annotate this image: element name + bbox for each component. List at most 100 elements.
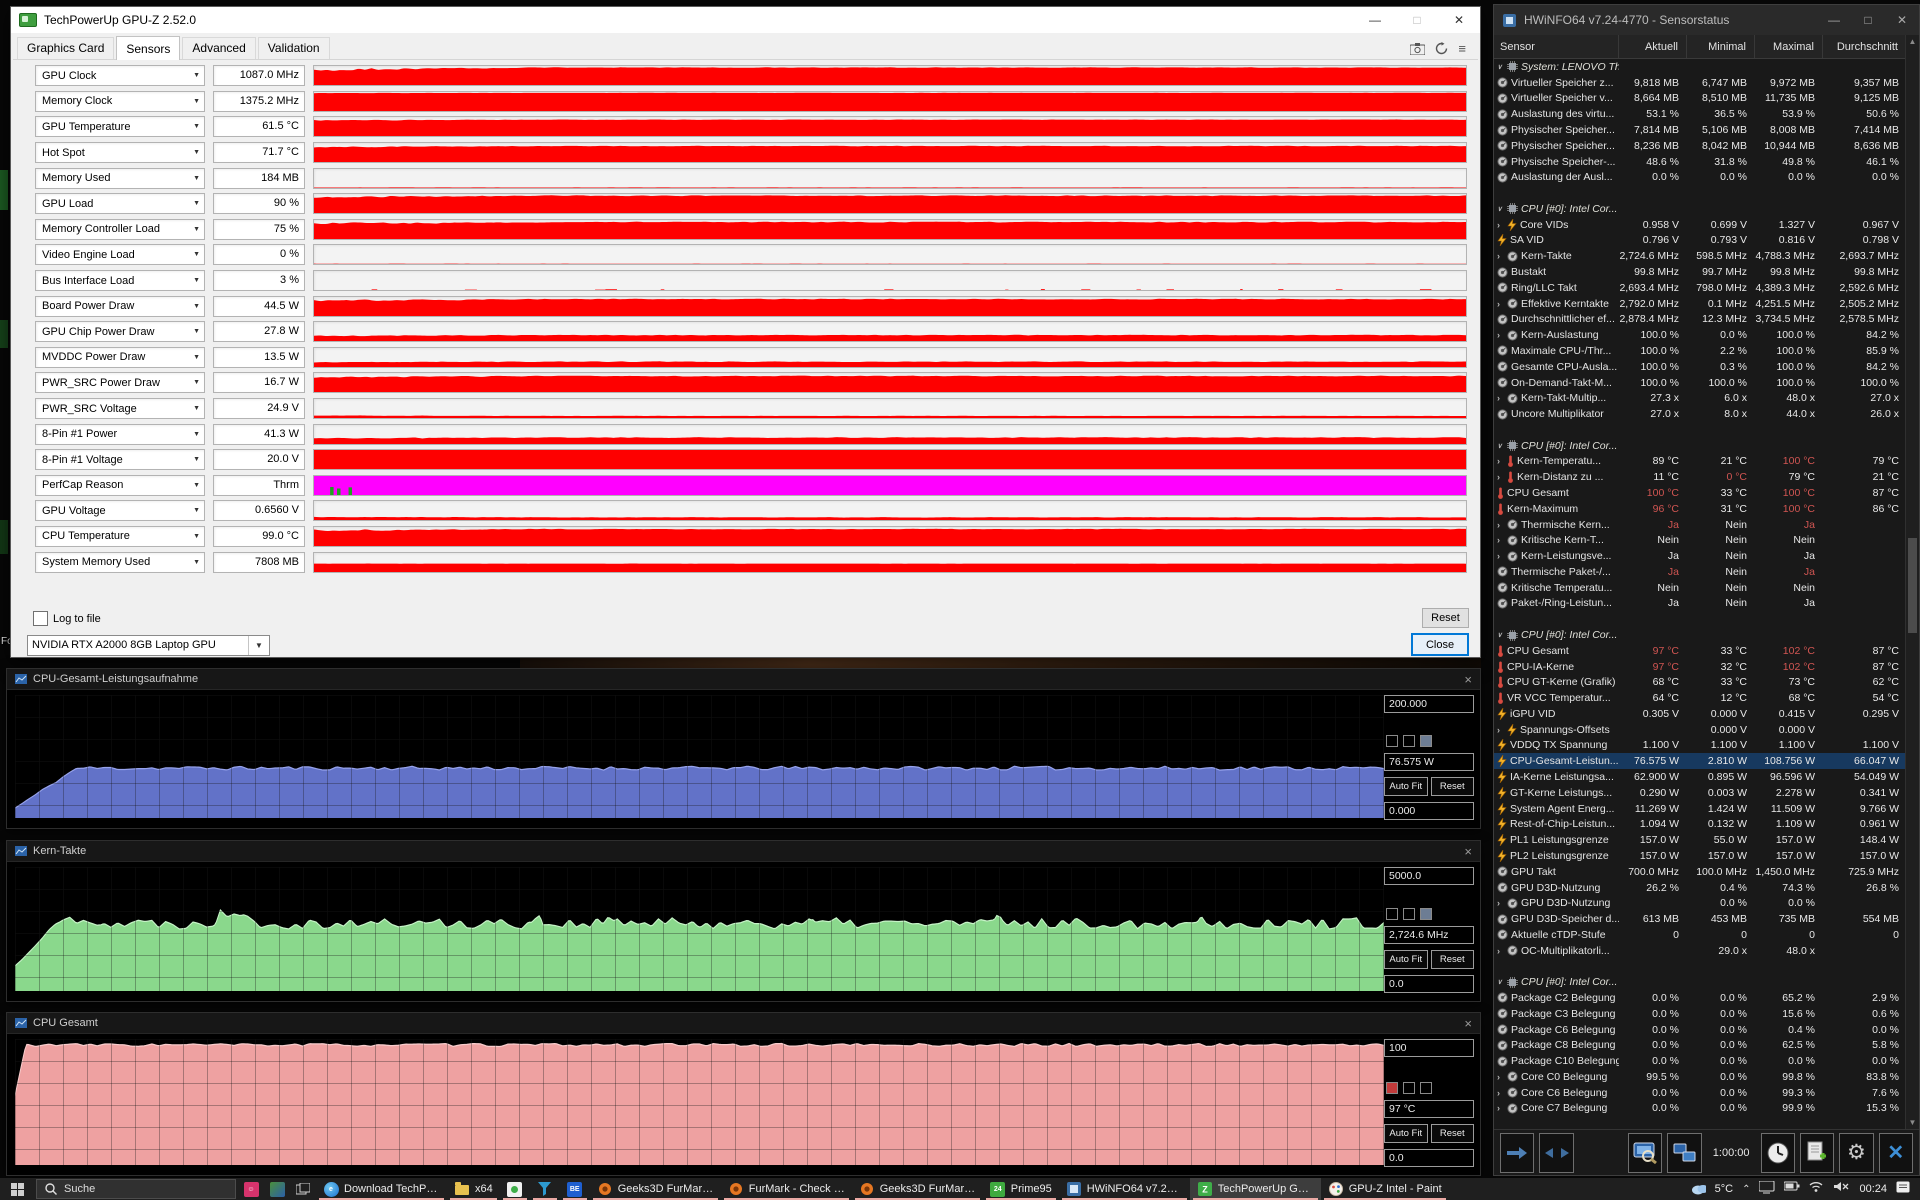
collapse-icon[interactable]: ∨: [1497, 978, 1504, 986]
hwinfo-sensor-row[interactable]: Aktuelle cTDP-Stufe0000: [1494, 927, 1905, 943]
collapse-icon[interactable]: ∨: [1497, 631, 1504, 639]
hwinfo-sensor-row[interactable]: PL1 Leistungsgrenze157.0 W55.0 W157.0 W1…: [1494, 832, 1905, 848]
scroll-up-icon[interactable]: ▲: [1906, 37, 1919, 46]
cast-icon[interactable]: [1759, 1181, 1775, 1197]
hwinfo-sensor-row[interactable]: ›Core C6 Belegung0.0 %0.0 %99.3 %7.6 %: [1494, 1085, 1905, 1101]
hwinfo-sensor-row[interactable]: CPU-IA-Kerne97 °C32 °C102 °C87 °C: [1494, 659, 1905, 675]
minimize-icon[interactable]: —: [1817, 5, 1851, 35]
hwinfo-sensor-row[interactable]: Package C2 Belegung0.0 %0.0 %65.2 %2.9 %: [1494, 990, 1905, 1006]
sensor-name-dropdown[interactable]: PWR_SRC Power Draw▼: [35, 372, 205, 393]
scrollbar-thumb[interactable]: [1908, 538, 1917, 633]
hwinfo-sensor-row[interactable]: Package C8 Belegung0.0 %0.0 %62.5 %5.8 %: [1494, 1037, 1905, 1053]
sensor-name-dropdown[interactable]: System Memory Used▼: [35, 552, 205, 573]
hwinfo-sensor-row[interactable]: GPU Takt700.0 MHz100.0 MHz1,450.0 MHz725…: [1494, 864, 1905, 880]
hwinfo-sensor-row[interactable]: ›Core C0 Belegung99.5 %0.0 %99.8 %83.8 %: [1494, 1069, 1905, 1085]
expand-icon[interactable]: ›: [1497, 1103, 1504, 1113]
hwinfo-sensor-row[interactable]: Virtueller Speicher v...8,664 MB8,510 MB…: [1494, 91, 1905, 107]
sensor-name-dropdown[interactable]: GPU Temperature▼: [35, 116, 205, 137]
expand-icon[interactable]: ›: [1497, 220, 1504, 230]
hwinfo-sensor-row[interactable]: CPU-Gesamt-Leistun...76.575 W2.810 W108.…: [1494, 753, 1905, 769]
hwinfo-sensor-row[interactable]: Gesamte CPU-Ausla...100.0 %0.3 %100.0 %8…: [1494, 359, 1905, 375]
taskbar-item-funnel[interactable]: [530, 1178, 560, 1200]
sensor-name-dropdown[interactable]: PerfCap Reason▼: [35, 475, 205, 496]
graph-window-titlebar[interactable]: Kern-Takte×: [7, 841, 1480, 862]
hwinfo-titlebar[interactable]: HWiNFO64 v7.24-4770 - Sensorstatus — □ ✕: [1494, 5, 1919, 35]
series-checkbox[interactable]: [1403, 1082, 1415, 1094]
series-checkbox[interactable]: [1403, 735, 1415, 747]
report-button[interactable]: [1800, 1133, 1834, 1173]
hwinfo-sensor-row[interactable]: IA-Kerne Leistungsa...62.900 W0.895 W96.…: [1494, 769, 1905, 785]
reset-button[interactable]: Reset: [1431, 950, 1475, 969]
hwinfo-sensor-row[interactable]: ›OC-Multiplikatorli...29.0 x48.0 x: [1494, 943, 1905, 959]
hwinfo-sensor-row[interactable]: Virtueller Speicher z...9,818 MB6,747 MB…: [1494, 75, 1905, 91]
system-summary-button[interactable]: [1628, 1133, 1662, 1173]
taskbar-item-furmark-check-for[interactable]: FurMark - Check for...: [721, 1178, 852, 1200]
hwinfo-sensor-row[interactable]: ›Spannungs-Offsets0.000 V0.000 V: [1494, 722, 1905, 738]
hwinfo-sensor-row[interactable]: Maximale CPU-/Thr...100.0 %2.2 %100.0 %8…: [1494, 343, 1905, 359]
sensor-name-dropdown[interactable]: CPU Temperature▼: [35, 526, 205, 547]
hwinfo-column-header[interactable]: SensorAktuellMinimalMaximalDurchschnitt: [1494, 35, 1905, 59]
start-button[interactable]: [0, 1178, 34, 1200]
expand-icon[interactable]: ›: [1497, 898, 1504, 908]
close-icon[interactable]: ×: [1464, 1016, 1472, 1031]
clock-time[interactable]: 00:24: [1859, 1183, 1887, 1195]
gpu-select-dropdown[interactable]: NVIDIA RTX A2000 8GB Laptop GPU ▼: [27, 635, 270, 656]
expand-icon[interactable]: ›: [1497, 330, 1504, 340]
hwinfo-sensor-row[interactable]: Uncore Multiplikator27.0 x8.0 x44.0 x26.…: [1494, 406, 1905, 422]
sensor-name-dropdown[interactable]: Board Power Draw▼: [35, 296, 205, 317]
camera-icon[interactable]: [1410, 43, 1425, 55]
taskbar-item-techpowerup-gpu[interactable]: ZTechPowerUp GPU-...: [1190, 1178, 1321, 1200]
hwinfo-sensor-row[interactable]: ›Kritische Kern-T...NeinNeinNein: [1494, 532, 1905, 548]
taskbar-search[interactable]: Suche: [36, 1179, 236, 1199]
series-checkbox[interactable]: [1420, 1082, 1432, 1094]
expand-icon[interactable]: ›: [1497, 535, 1504, 545]
tray-chevron-icon[interactable]: ⌃: [1742, 1184, 1750, 1195]
expand-icon[interactable]: ›: [1497, 520, 1504, 530]
sensor-name-dropdown[interactable]: GPU Voltage▼: [35, 500, 205, 521]
battery-icon[interactable]: [1784, 1181, 1800, 1197]
series-checkbox[interactable]: [1386, 1082, 1398, 1094]
hwinfo-sensor-row[interactable]: ›Kern-Takt-Multip...27.3 x6.0 x48.0 x27.…: [1494, 390, 1905, 406]
series-checkbox[interactable]: [1420, 735, 1432, 747]
auto-fit-button[interactable]: Auto Fit: [1384, 1124, 1428, 1143]
hwinfo-sensor-row[interactable]: Kern-Maximum96 °C31 °C100 °C86 °C: [1494, 501, 1905, 517]
series-checkbox[interactable]: [1386, 735, 1398, 747]
minimize-icon[interactable]: —: [1354, 7, 1396, 33]
gpuz-titlebar[interactable]: TechPowerUp GPU-Z 2.52.0 — □ ✕: [11, 7, 1480, 33]
hwinfo-sensor-row[interactable]: Paket-/Ring-Leistun...JaNeinJa: [1494, 596, 1905, 612]
hwinfo-sensor-row[interactable]: ›Core VIDs0.958 V0.699 V1.327 V0.967 V: [1494, 217, 1905, 233]
taskbar-item-download-techpow[interactable]: eDownload TechPow...: [316, 1178, 447, 1200]
hwinfo-sensor-row[interactable]: ›Kern-Temperatu...89 °C21 °C100 °C79 °C: [1494, 454, 1905, 470]
taskbar-item-geeks3d-furmark-v[interactable]: Geeks3D FurMark v...: [852, 1178, 983, 1200]
hwinfo-sensor-row[interactable]: CPU Gesamt100 °C33 °C100 °C87 °C: [1494, 485, 1905, 501]
taskbar-item-hwinfo64-v7-24-4[interactable]: HWiNFO64 v7.24-4...: [1059, 1178, 1190, 1200]
hwinfo-sensor-row[interactable]: Physischer Speicher...8,236 MB8,042 MB10…: [1494, 138, 1905, 154]
expand-icon[interactable]: ›: [1497, 725, 1504, 735]
expand-icon[interactable]: ›: [1497, 551, 1504, 561]
volume-muted-icon[interactable]: [1834, 1181, 1850, 1197]
sensor-name-dropdown[interactable]: Bus Interface Load▼: [35, 270, 205, 291]
settings-gear-icon[interactable]: ⚙: [1839, 1133, 1873, 1173]
hwinfo-sensor-row[interactable]: ›Thermische Kern...JaNeinJa: [1494, 517, 1905, 533]
tab-validation[interactable]: Validation: [258, 37, 330, 59]
auto-fit-button[interactable]: Auto Fit: [1384, 950, 1428, 969]
sensor-name-dropdown[interactable]: GPU Clock▼: [35, 65, 205, 86]
notification-icon[interactable]: [1896, 1181, 1912, 1197]
auto-fit-button[interactable]: Auto Fit: [1384, 777, 1428, 796]
taskbar-item-be[interactable]: BE: [560, 1178, 590, 1200]
collapse-icon[interactable]: ∨: [1497, 205, 1504, 213]
sensor-name-dropdown[interactable]: Memory Controller Load▼: [35, 219, 205, 240]
clock-icon[interactable]: [1761, 1133, 1795, 1173]
hwinfo-sensor-row[interactable]: On-Demand-Takt-M...100.0 %100.0 %100.0 %…: [1494, 375, 1905, 391]
graph-window-titlebar[interactable]: CPU-Gesamt-Leistungsaufnahme×: [7, 669, 1480, 690]
hwinfo-sensor-row[interactable]: CPU GT-Kerne (Grafik)68 °C33 °C73 °C62 °…: [1494, 674, 1905, 690]
hwinfo-sensor-row[interactable]: VR VCC Temperatur...64 °C12 °C68 °C54 °C: [1494, 690, 1905, 706]
people-icon[interactable]: ☺: [238, 1178, 264, 1200]
taskbar-item-appgreen[interactable]: [500, 1178, 530, 1200]
tab-sensors[interactable]: Sensors: [116, 36, 180, 60]
graph-window-titlebar[interactable]: CPU Gesamt×: [7, 1013, 1480, 1034]
sensor-name-dropdown[interactable]: 8-Pin #1 Voltage▼: [35, 449, 205, 470]
hwinfo-sensor-row[interactable]: System Agent Energ...11.269 W1.424 W11.5…: [1494, 801, 1905, 817]
weather-temp[interactable]: 5°C: [1715, 1183, 1733, 1195]
hwinfo-sensor-row[interactable]: Physischer Speicher...7,814 MB5,106 MB8,…: [1494, 122, 1905, 138]
